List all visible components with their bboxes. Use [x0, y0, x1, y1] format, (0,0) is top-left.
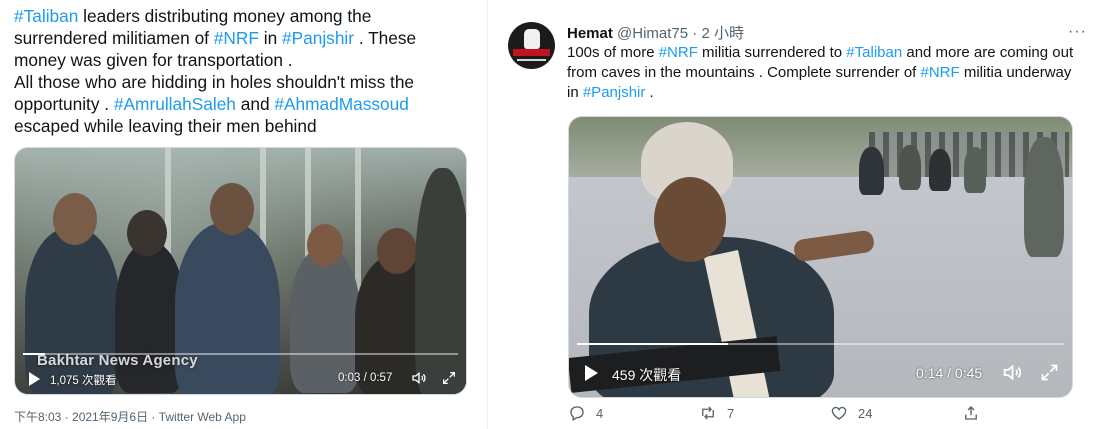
share-icon [965, 406, 977, 420]
video-frame [569, 117, 1072, 397]
tweet-header: Hemat @Himat75 · 2 小時 [567, 22, 744, 43]
left-tweet: #Taliban leaders distributing money amon… [0, 0, 480, 429]
reply-count: 4 [596, 405, 604, 421]
like-button[interactable]: 24 [830, 404, 872, 422]
left-tweet-video[interactable]: Bakhtar News Agency 1,075 次觀看 0:03 / 0:5… [14, 147, 467, 395]
hashtag-link[interactable]: #Panjshir [583, 84, 646, 101]
right-tweet-text: 100s of more #NRF militia surrendered to… [567, 43, 1087, 103]
hashtag-link[interactable]: #Taliban [846, 44, 902, 61]
video-progress-bar[interactable] [23, 353, 458, 355]
play-icon[interactable] [29, 372, 40, 386]
video-progress-fill [23, 353, 45, 355]
right-tweet: Hemat @Himat75 · 2 小時 ··· 100s of more #… [488, 0, 1113, 429]
hashtag-link[interactable]: #NRF [921, 64, 960, 81]
video-time: 0:14 / 0:45 [916, 365, 983, 381]
retweet-count: 7 [727, 405, 735, 421]
play-icon[interactable] [585, 365, 598, 381]
fullscreen-icon[interactable] [1039, 362, 1060, 383]
retweet-button[interactable]: 7 [699, 404, 734, 422]
video-view-count: 1,075 次觀看 [50, 375, 117, 387]
hashtag-link[interactable]: #NRF [214, 28, 259, 48]
hashtag-link[interactable]: #NRF [659, 44, 698, 61]
tweet-text-segment: escaped while leaving their men behind [14, 116, 317, 136]
video-progress-fill [577, 343, 728, 345]
tweet-text-segment: militia surrendered to [697, 44, 847, 61]
volume-icon[interactable] [411, 370, 427, 386]
tweet-text-segment: 100s of more [567, 44, 659, 61]
tweet-text-segment: in [258, 28, 282, 48]
hashtag-link[interactable]: #Panjshir [282, 28, 354, 48]
author-name[interactable]: Hemat [567, 25, 613, 42]
tweet-text-segment: . [645, 84, 654, 101]
separator-dot: · [692, 25, 698, 42]
tweet-page: #Taliban leaders distributing money amon… [0, 0, 1113, 429]
like-count: 24 [858, 405, 873, 421]
tweet-timestamp-source[interactable]: 下午8:03 · 2021年9月6日 · Twitter Web App [14, 408, 246, 425]
video-progress-bar[interactable] [577, 343, 1064, 345]
avatar[interactable] [508, 22, 555, 69]
reply-icon [570, 406, 584, 421]
retweet-icon [702, 406, 714, 420]
tweet-actions: 4 7 24 [568, 404, 1073, 426]
video-view-count: 459 次觀看 [612, 367, 682, 383]
tweet-relative-time[interactable]: 2 小時 [701, 25, 744, 42]
hashtag-link[interactable]: #AmrullahSaleh [114, 94, 236, 114]
video-time: 0:03 / 0:57 [338, 372, 393, 384]
hashtag-link[interactable]: #AhmadMassoud [274, 94, 409, 114]
right-tweet-video[interactable]: 459 次觀看 0:14 / 0:45 [568, 116, 1073, 398]
hashtag-link[interactable]: #Taliban [14, 6, 78, 26]
fullscreen-icon[interactable] [441, 370, 457, 386]
more-icon[interactable]: ··· [1068, 23, 1087, 41]
share-button[interactable] [962, 404, 980, 422]
author-handle[interactable]: @Himat75 [617, 25, 688, 42]
tweet-text-segment: and [235, 94, 275, 114]
volume-icon[interactable] [1002, 362, 1023, 383]
left-tweet-text: #Taliban leaders distributing money amon… [14, 5, 466, 137]
reply-button[interactable]: 4 [568, 404, 603, 422]
heart-icon [831, 406, 847, 420]
